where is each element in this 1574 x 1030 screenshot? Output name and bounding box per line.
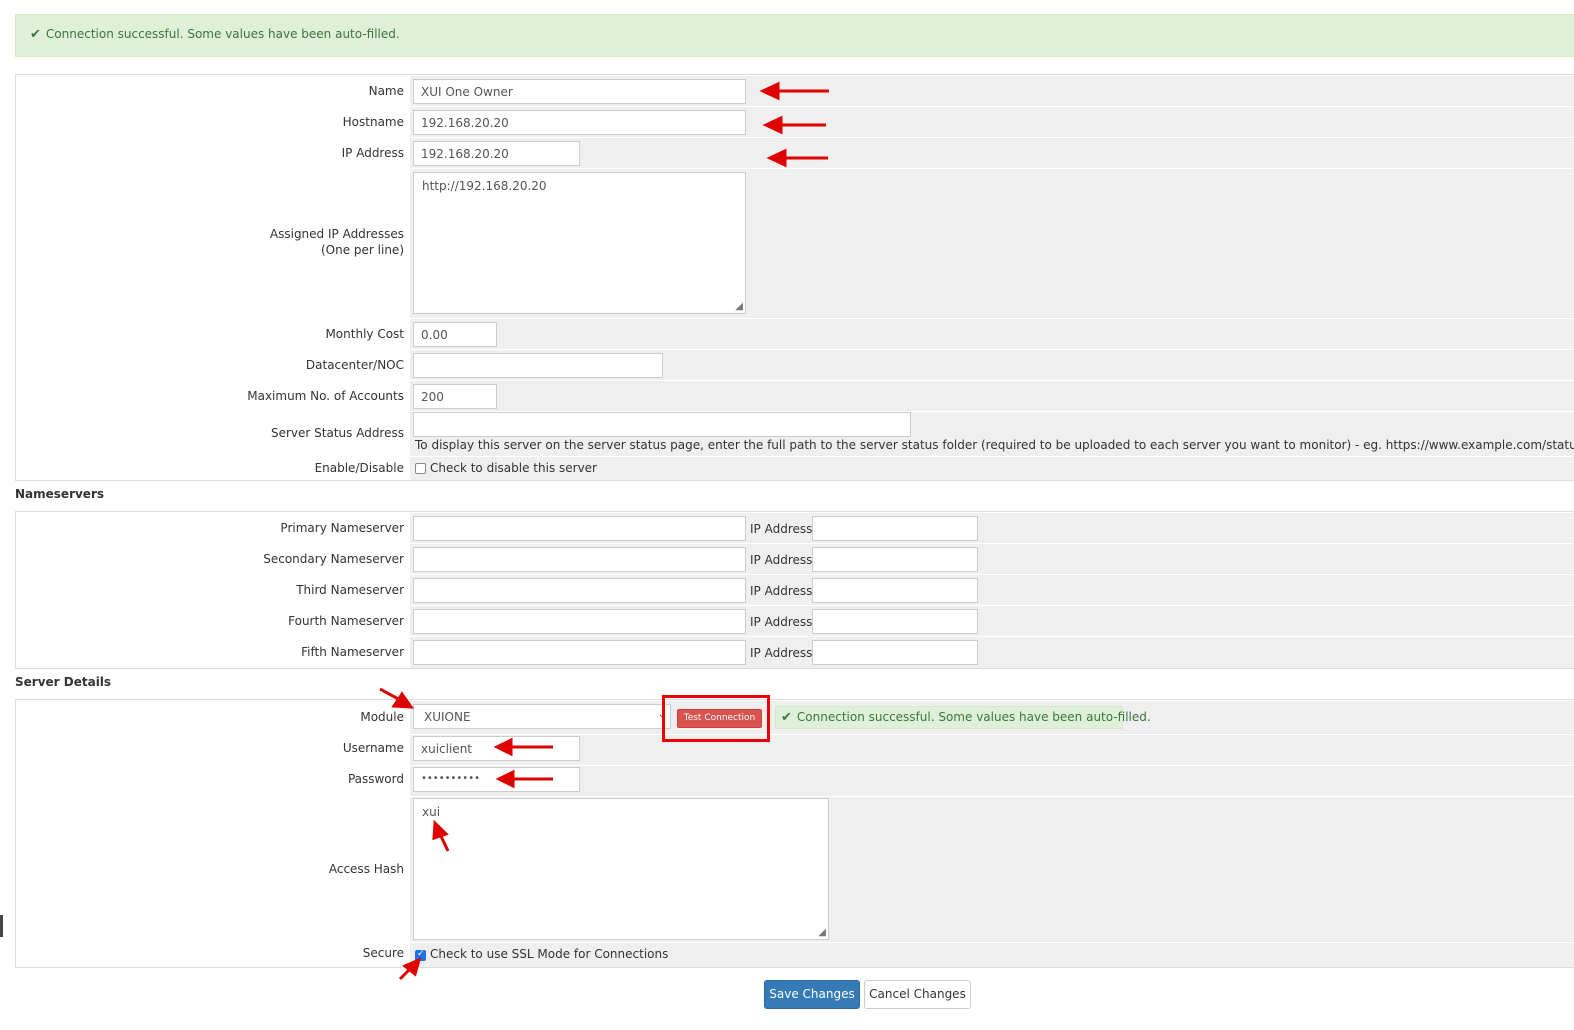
fourth-nameserver-input[interactable] — [413, 609, 746, 634]
name-row: Name XUI One Owner — [16, 75, 1574, 106]
fifth-nameserver-input[interactable] — [413, 640, 746, 665]
fifth-nameserver-ip-input[interactable] — [812, 640, 978, 665]
checkmark-icon: ✔ — [781, 710, 792, 725]
secure-checkbox[interactable] — [415, 949, 426, 961]
ip-address-input[interactable]: 192.168.20.20 — [413, 141, 580, 166]
nameserver-row: Fourth Nameserver IP Address: — [16, 605, 1574, 636]
success-alert: ✔ Connection successful. Some values have… — [15, 14, 1574, 57]
success-alert-text: Connection successful. Some values have … — [45, 27, 400, 41]
disable-server-text: Check to disable this server — [430, 461, 597, 475]
secure-checkbox-text: Check to use SSL Mode for Connections — [430, 947, 669, 961]
nameserver-label: Secondary Nameserver — [263, 552, 404, 566]
fourth-nameserver-ip-input[interactable] — [812, 609, 978, 634]
nameserver-label: Third Nameserver — [296, 583, 404, 597]
hostname-input[interactable]: 192.168.20.20 — [413, 110, 746, 135]
nameserver-ip-label: IP Address: — [750, 553, 817, 567]
test-result-alert: ✔ Connection successful. Some values have… — [775, 706, 1151, 729]
datacenter-label: Datacenter/NOC — [305, 358, 404, 372]
secure-label: Secure — [362, 946, 404, 960]
monthly-cost-input[interactable]: 0.00 — [413, 322, 497, 347]
secondary-nameserver-ip-input[interactable] — [812, 547, 978, 572]
secure-row: Secure Check to use SSL Mode for Connect… — [16, 942, 1574, 967]
access-hash-label: Access Hash — [328, 862, 404, 876]
nameservers-heading: Nameservers — [15, 487, 105, 501]
server-info-section: Name XUI One Owner Hostname 192.168.20.2… — [15, 74, 1574, 481]
username-label: Username — [342, 741, 404, 755]
save-changes-button[interactable]: Save Changes — [764, 980, 860, 1009]
nameserver-label: Fifth Nameserver — [301, 645, 404, 659]
ip-address-row: IP Address 192.168.20.20 — [16, 137, 1574, 168]
nameserver-ip-label: IP Address: — [750, 522, 817, 536]
nameserver-label: Primary Nameserver — [280, 521, 404, 535]
monthly-cost-row: Monthly Cost 0.00 — [16, 318, 1574, 349]
nameservers-section: Primary Nameserver IP Address: Secondary… — [15, 511, 1574, 669]
username-row: Username xuiclient — [16, 734, 1574, 765]
nameserver-row: Secondary Nameserver IP Address: — [16, 543, 1574, 574]
status-address-label: Server Status Address — [270, 426, 404, 440]
server-details-section: Module XUIONE ⌄ Username xuiclient Passw… — [15, 699, 1574, 968]
assigned-ips-textarea[interactable]: http://192.168.20.20 ◢ — [413, 172, 746, 314]
assigned-ips-row: Assigned IP Addresses (One per line) htt… — [16, 168, 1574, 318]
enable-label: Enable/Disable — [314, 461, 404, 475]
nameserver-ip-label: IP Address: — [750, 615, 817, 629]
max-accounts-input[interactable]: 200 — [413, 384, 497, 409]
secondary-nameserver-input[interactable] — [413, 547, 746, 572]
hostname-row: Hostname 192.168.20.20 — [16, 106, 1574, 137]
disable-server-checkbox[interactable] — [415, 463, 426, 474]
ip-address-label: IP Address — [341, 146, 404, 160]
monthly-cost-label: Monthly Cost — [325, 327, 404, 341]
nameserver-row: Third Nameserver IP Address: — [16, 574, 1574, 605]
hostname-label: Hostname — [342, 115, 404, 129]
checkmark-icon: ✔ — [30, 27, 41, 42]
module-label: Module — [360, 710, 404, 724]
server-details-heading: Server Details — [15, 675, 112, 689]
resize-grip-icon[interactable]: ◢ — [735, 301, 743, 312]
datacenter-row: Datacenter/NOC — [16, 349, 1574, 380]
enable-row: Enable/Disable Check to disable this ser… — [16, 456, 1574, 480]
assigned-ips-label: Assigned IP Addresses (One per line) — [269, 227, 404, 257]
window-edge-marker — [0, 915, 3, 937]
status-address-input[interactable] — [413, 412, 911, 437]
max-accounts-row: Maximum No. of Accounts 200 — [16, 380, 1574, 411]
name-label: Name — [368, 84, 404, 98]
test-result-text: Connection successful. Some values have … — [796, 710, 1151, 724]
username-input[interactable]: xuiclient — [413, 736, 580, 761]
third-nameserver-ip-input[interactable] — [812, 578, 978, 603]
nameserver-ip-label: IP Address: — [750, 584, 817, 598]
status-address-row: Server Status Address To display this se… — [16, 411, 1574, 456]
password-input[interactable]: •••••••••• — [413, 767, 580, 792]
module-select[interactable]: XUIONE ⌄ — [413, 704, 671, 729]
name-input[interactable]: XUI One Owner — [413, 79, 746, 104]
resize-grip-icon[interactable]: ◢ — [818, 927, 826, 938]
max-accounts-label: Maximum No. of Accounts — [247, 389, 404, 403]
datacenter-input[interactable] — [413, 353, 663, 378]
nameserver-row: Fifth Nameserver IP Address: — [16, 636, 1574, 668]
cancel-changes-button[interactable]: Cancel Changes — [864, 980, 971, 1009]
primary-nameserver-input[interactable] — [413, 516, 746, 541]
nameserver-ip-label: IP Address: — [750, 646, 817, 660]
nameserver-row: Primary Nameserver IP Address: — [16, 512, 1574, 543]
nameserver-label: Fourth Nameserver — [288, 614, 404, 628]
annotation-highlight-box — [662, 695, 770, 742]
password-label: Password — [347, 772, 404, 786]
password-row: Password •••••••••• — [16, 765, 1574, 796]
status-address-help: To display this server on the server sta… — [415, 438, 1574, 452]
access-hash-row: Access Hash xui ◢ — [16, 796, 1574, 942]
third-nameserver-input[interactable] — [413, 578, 746, 603]
primary-nameserver-ip-input[interactable] — [812, 516, 978, 541]
access-hash-textarea[interactable]: xui ◢ — [413, 798, 829, 940]
